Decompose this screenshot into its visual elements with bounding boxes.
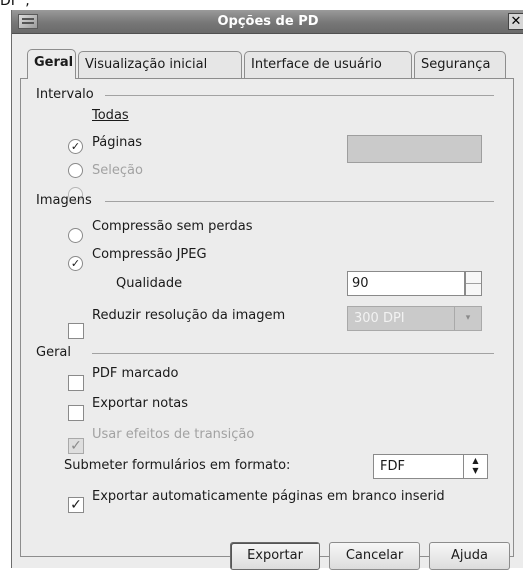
radio-lossless[interactable] — [68, 228, 83, 243]
help-button[interactable]: Ajuda — [429, 542, 510, 570]
pages-range-input[interactable] — [347, 135, 482, 163]
quality-field[interactable]: 90 — [347, 271, 465, 296]
label-submit-format: Submeter formulários em formato: — [64, 458, 291, 473]
section-heading-imagens: Imagens — [36, 193, 92, 208]
label-lossless[interactable]: Compressão sem perdas — [92, 217, 253, 237]
radio-dot-icon: ✓ — [70, 257, 81, 270]
label-reduce-resolution[interactable]: Reduzir resolução da imagem — [92, 306, 285, 326]
dpi-dropdown[interactable]: 300 DPI ▾ — [347, 306, 482, 331]
label-tagged-pdf[interactable]: PDF marcado — [92, 364, 178, 384]
radio-todas[interactable]: ✓ — [68, 139, 83, 154]
dpi-value: 300 DPI — [354, 311, 405, 326]
checkmark-icon: ✓ — [70, 438, 82, 454]
label-transitions[interactable]: Usar efeitos de transição — [92, 425, 254, 445]
quality-stepper[interactable] — [465, 271, 482, 296]
updown-arrows-icon: ▲ ▼ — [463, 455, 487, 478]
section-divider — [92, 353, 494, 354]
section-heading-intervalo: Intervalo — [36, 87, 94, 102]
stepper-down-icon[interactable] — [466, 283, 481, 295]
tab-seguranca[interactable]: Segurança — [414, 51, 506, 78]
export-button[interactable]: Exportar — [230, 542, 320, 570]
checkbox-reduce-resolution[interactable] — [68, 323, 84, 339]
close-icon[interactable]: ✕ — [508, 13, 523, 30]
section-divider — [105, 201, 494, 202]
cancel-button[interactable]: Cancelar — [329, 542, 420, 570]
label-todas-text: Todas — [92, 108, 129, 123]
checkbox-export-blank-pages[interactable]: ✓ — [68, 497, 84, 513]
background-window: DF"; — [0, 0, 523, 10]
radio-jpeg[interactable]: ✓ — [68, 256, 83, 271]
label-todas[interactable]: Todas — [92, 106, 129, 126]
background-text: DF"; — [0, 0, 30, 9]
submit-format-dropdown[interactable]: FDF ▲ ▼ — [373, 454, 488, 479]
section-heading-geral: Geral — [36, 345, 71, 360]
pdf-options-dialog: Opções de PD ✕ Geral Visualização inicia… — [11, 10, 523, 570]
checkbox-export-notes[interactable] — [68, 405, 84, 421]
checkmark-icon: ✓ — [70, 497, 82, 513]
chevron-down-icon: ▾ — [454, 307, 481, 330]
label-paginas[interactable]: Páginas — [92, 133, 142, 153]
label-jpeg[interactable]: Compressão JPEG — [92, 245, 207, 265]
label-quality: Qualidade — [116, 276, 183, 291]
label-export-notes[interactable]: Exportar notas — [92, 394, 188, 414]
label-selecao[interactable]: Seleção — [92, 161, 143, 181]
label-export-blank-pages[interactable]: Exportar automaticamente páginas em bran… — [92, 487, 445, 507]
title-bar[interactable]: Opções de PD ✕ — [12, 10, 523, 34]
submit-format-value: FDF — [380, 459, 405, 474]
checkbox-transitions[interactable]: ✓ — [68, 438, 84, 454]
radio-paginas[interactable] — [68, 163, 83, 178]
window-title: Opções de PD — [217, 14, 319, 29]
checkbox-tagged-pdf[interactable] — [68, 375, 84, 391]
tab-geral[interactable]: Geral — [27, 49, 76, 79]
section-divider — [105, 95, 494, 96]
radio-dot-icon: ✓ — [70, 140, 81, 153]
tab-interface-de-usuario[interactable]: Interface de usuário — [244, 51, 412, 78]
tab-visualizacao-inicial[interactable]: Visualização inicial — [78, 51, 242, 78]
